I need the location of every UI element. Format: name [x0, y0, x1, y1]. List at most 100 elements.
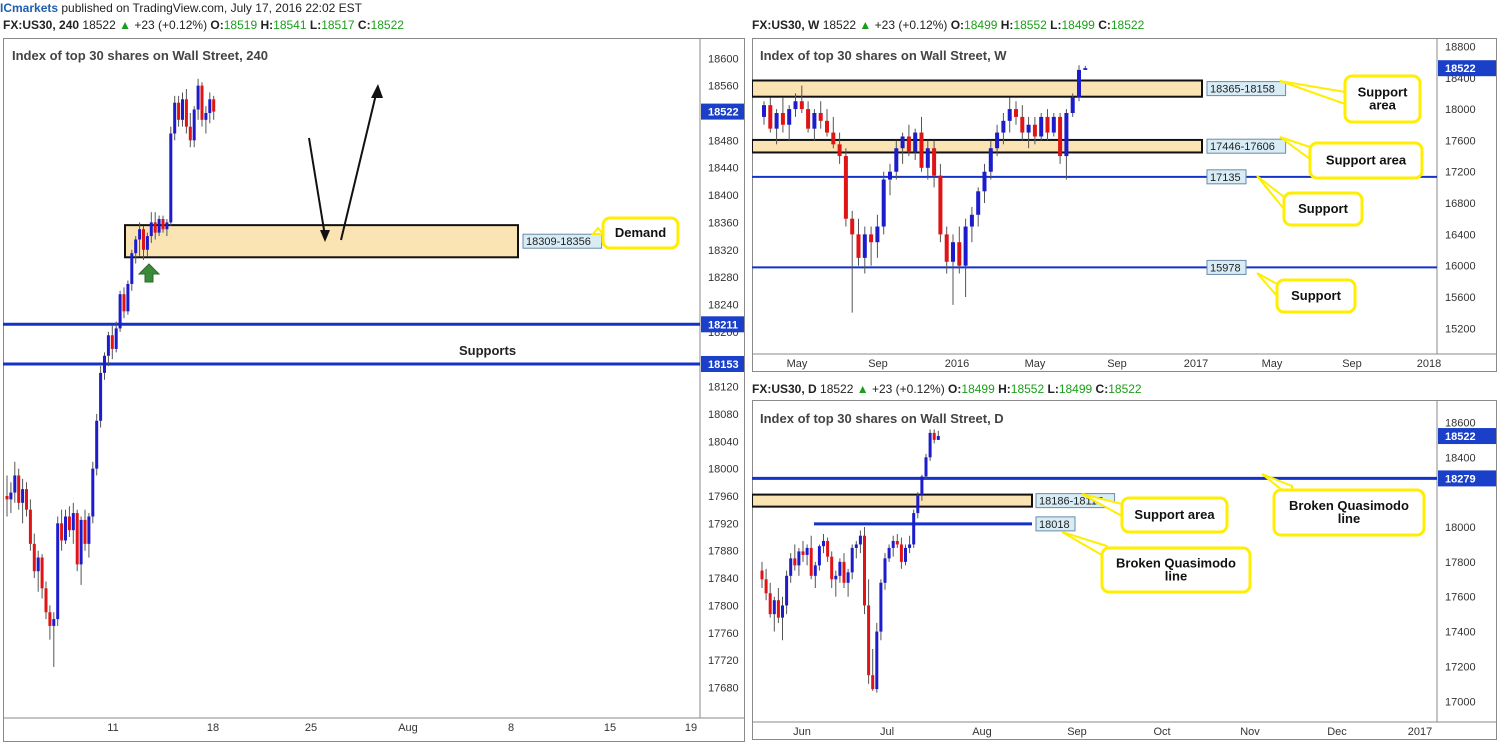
weekly-candle-body[interactable]: [875, 226, 880, 243]
daily-candle-body[interactable]: [772, 600, 776, 615]
daily-candle-body[interactable]: [932, 432, 936, 440]
h4-candle-body[interactable]: [169, 133, 173, 223]
weekly-candle-body[interactable]: [906, 136, 911, 153]
h4-candle-body[interactable]: [36, 557, 40, 572]
h4-candle-body[interactable]: [165, 222, 169, 230]
daily-candle-body[interactable]: [797, 551, 801, 566]
h4-zone-rect[interactable]: [124, 224, 519, 259]
daily-candle-body[interactable]: [813, 565, 817, 576]
daily-candle-body[interactable]: [789, 558, 793, 576]
weekly-candle-body[interactable]: [938, 175, 943, 235]
weekly-candle-body[interactable]: [837, 144, 842, 157]
daily-candle-body[interactable]: [830, 556, 834, 580]
h4-candle-body[interactable]: [32, 543, 36, 572]
weekly-candle-body[interactable]: [1032, 124, 1037, 137]
daily-candle-body[interactable]: [764, 579, 768, 594]
h4-candle-body[interactable]: [21, 489, 25, 503]
weekly-candle-body[interactable]: [1045, 116, 1050, 133]
h4-candle-body[interactable]: [60, 523, 64, 541]
daily-candle-body[interactable]: [826, 540, 830, 557]
h4-candle-body[interactable]: [64, 516, 67, 541]
weekly-candle-body[interactable]: [774, 112, 779, 129]
daily-candle-body[interactable]: [760, 570, 764, 580]
h4-candle-body[interactable]: [106, 335, 110, 356]
h4-candle-body[interactable]: [40, 557, 44, 589]
daily-candle-body[interactable]: [854, 544, 858, 548]
daily-candle-body[interactable]: [838, 561, 842, 576]
weekly-candle-body[interactable]: [925, 148, 930, 168]
h4-candle-body[interactable]: [83, 519, 87, 544]
weekly-candle-body[interactable]: [932, 148, 937, 176]
daily-candle-body[interactable]: [887, 547, 891, 559]
h4-candle-body[interactable]: [134, 239, 138, 254]
weekly-candle-body[interactable]: [762, 105, 766, 117]
daily-candle-body[interactable]: [793, 558, 797, 566]
daily-candle-body[interactable]: [858, 535, 862, 545]
weekly-candle-body[interactable]: [888, 171, 892, 180]
daily-candle-body[interactable]: [908, 544, 912, 548]
h4-candle-body[interactable]: [142, 229, 145, 250]
weekly-candle-body[interactable]: [1007, 109, 1012, 121]
h4-candle-body[interactable]: [95, 420, 99, 469]
weekly-candle-body[interactable]: [856, 234, 861, 258]
weekly-candle-body[interactable]: [793, 101, 798, 110]
weekly-candle-body[interactable]: [976, 191, 981, 215]
daily-candle-body[interactable]: [912, 513, 916, 545]
daily-candle-body[interactable]: [871, 675, 875, 690]
h4-candle-body[interactable]: [212, 99, 216, 112]
h4-candle-body[interactable]: [87, 516, 91, 544]
h4-candle-body[interactable]: [79, 519, 83, 565]
daily-candle-body[interactable]: [920, 476, 924, 496]
h4-candle-body[interactable]: [52, 619, 56, 626]
h4-candle-body[interactable]: [25, 489, 28, 510]
h4-candle-body[interactable]: [9, 492, 13, 500]
weekly-candle-body[interactable]: [831, 132, 836, 145]
daily-candle-body[interactable]: [776, 600, 780, 618]
h4-candle-body[interactable]: [114, 328, 118, 349]
weekly-candle-body[interactable]: [780, 112, 785, 125]
weekly-candle-body[interactable]: [881, 179, 886, 227]
weekly-candle-body[interactable]: [1026, 124, 1031, 133]
h4-candle-body[interactable]: [181, 99, 184, 120]
weekly-candle-body[interactable]: [1077, 69, 1081, 98]
daily-candle-body[interactable]: [842, 561, 846, 583]
h4-candle-body[interactable]: [103, 355, 106, 373]
h4-candle-body[interactable]: [28, 509, 32, 544]
weekly-candle-body[interactable]: [913, 132, 918, 153]
h4-candle-body[interactable]: [71, 513, 75, 531]
h4-candle-body[interactable]: [188, 126, 192, 141]
daily-candle-body[interactable]: [805, 547, 809, 555]
brand-link[interactable]: ICmarkets: [0, 1, 58, 15]
h4-candle-body[interactable]: [56, 523, 60, 620]
weekly-candle-body[interactable]: [806, 109, 811, 129]
daily-candle-body[interactable]: [899, 544, 903, 562]
weekly-candle-body[interactable]: [919, 132, 924, 168]
h4-candle-body[interactable]: [48, 612, 52, 626]
h4-candle-body[interactable]: [67, 516, 71, 531]
weekly-candle-body[interactable]: [1001, 120, 1006, 133]
daily-candle-body[interactable]: [781, 605, 784, 618]
h4-candle-body[interactable]: [13, 475, 17, 493]
weekly-candle-body[interactable]: [787, 109, 792, 125]
h4-candle-body[interactable]: [208, 99, 212, 113]
weekly-candle-body[interactable]: [843, 156, 848, 219]
h4-candle-body[interactable]: [153, 222, 157, 233]
daily-candle-body[interactable]: [822, 540, 825, 547]
weekly-candle-body[interactable]: [1083, 68, 1088, 70]
daily-candle-body[interactable]: [817, 546, 821, 566]
h4-chart[interactable]: Index of top 30 shares on Wall Street, 2…: [3, 38, 745, 742]
h4-candle-body[interactable]: [130, 253, 134, 284]
daily-candle-body[interactable]: [924, 457, 928, 477]
h4-candle-body[interactable]: [157, 218, 161, 233]
weekly-candle-body[interactable]: [969, 214, 974, 227]
weekly-candle-body[interactable]: [1058, 116, 1063, 157]
weekly-chart[interactable]: Index of top 30 shares on Wall Street, W…: [752, 38, 1497, 372]
weekly-candle-body[interactable]: [1039, 116, 1044, 137]
weekly-zone-rect[interactable]: [752, 79, 1203, 98]
h4-candle-body[interactable]: [91, 468, 95, 517]
h4-candle-body[interactable]: [122, 294, 126, 312]
weekly-candle-body[interactable]: [951, 242, 955, 262]
daily-candle-body[interactable]: [883, 558, 887, 583]
h4-candle-body[interactable]: [75, 513, 79, 565]
h4-candle-body[interactable]: [17, 475, 21, 503]
